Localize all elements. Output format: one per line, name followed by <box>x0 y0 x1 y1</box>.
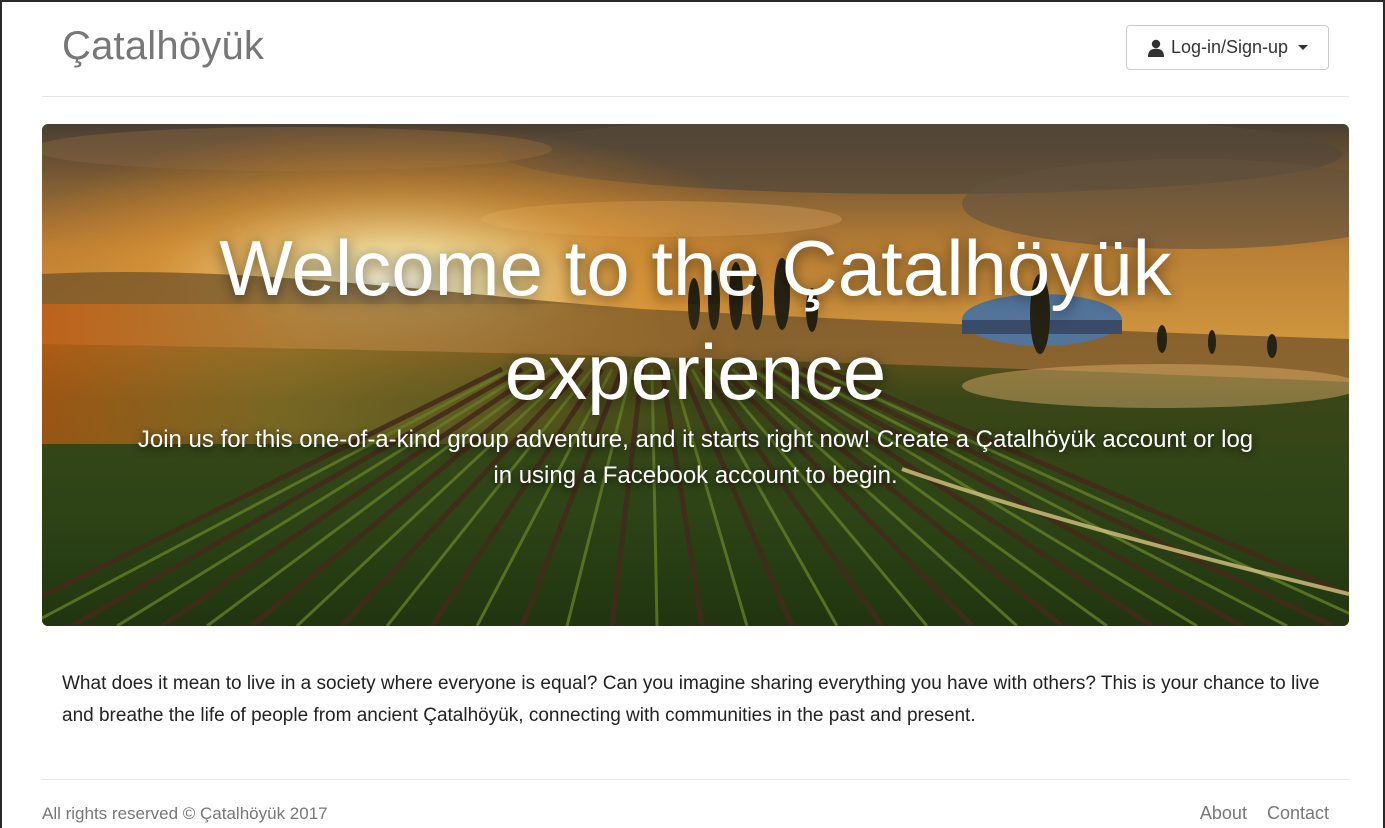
copyright-text: All rights reserved © Çatalhöyük 2017 <box>42 804 328 823</box>
login-signup-dropdown-button[interactable]: Log-in/Sign-up <box>1126 25 1329 70</box>
caret-down-icon <box>1298 45 1309 50</box>
hero-title-line-2: experience <box>504 328 887 416</box>
navbar: Çatalhöyük Log-in/Sign-up <box>42 0 1349 97</box>
hero-jumbotron: Welcome to the Çatalhöyük experience Joi… <box>42 124 1349 626</box>
about-link[interactable]: About <box>1200 803 1247 824</box>
user-icon <box>1147 39 1165 57</box>
brand-logo[interactable]: Çatalhöyük <box>62 24 264 69</box>
intro-paragraph: What does it mean to live in a society w… <box>62 673 1320 726</box>
contact-link[interactable]: Contact <box>1267 803 1329 824</box>
footer-links: About Contact <box>1200 803 1329 824</box>
hero-subtitle: Join us for this one-of-a-kind group adv… <box>137 426 1254 489</box>
footer: All rights reserved © Çatalhöyük 2017 Ab… <box>42 779 1349 828</box>
login-signup-label: Log-in/Sign-up <box>1170 37 1289 57</box>
hero-title: Welcome to the Çatalhöyük experience <box>42 216 1349 424</box>
hero-title-line-1: Welcome to the Çatalhöyük <box>219 224 1172 312</box>
